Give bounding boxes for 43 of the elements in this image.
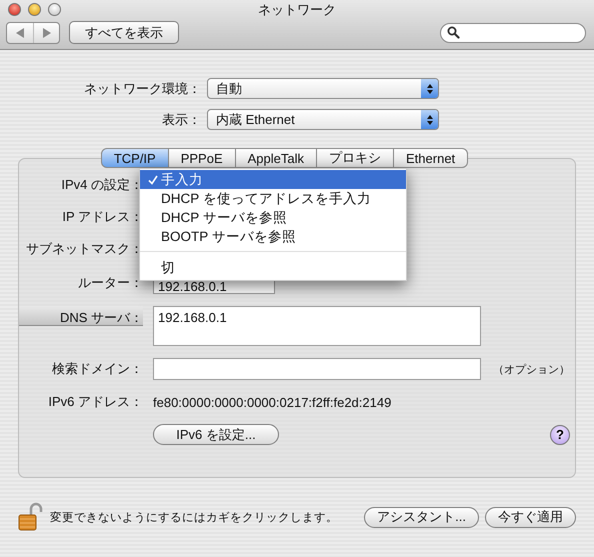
search-field[interactable] <box>440 22 586 42</box>
ipv6-address-label: IPv6 アドレス： <box>47 393 143 411</box>
footer-button[interactable]: 今すぐ適用 <box>485 506 576 528</box>
menu-item[interactable]: 切 <box>140 258 406 277</box>
location-label: ネットワーク環境： <box>83 80 202 98</box>
left-arrow-icon <box>15 28 25 38</box>
configure-ipv6-button[interactable]: IPv6 を設定... <box>153 424 279 445</box>
window-title: ネットワーク <box>258 1 336 19</box>
show-all-button[interactable]: すべてを表示 <box>69 21 179 44</box>
menu-item[interactable]: BOOTP サーバを参照 <box>140 227 406 246</box>
tab[interactable]: プロキシ <box>317 148 394 168</box>
ipv6-address-value: fe80:0000:0000:0000:0217:f2ff:fe2d:2149 <box>153 394 392 410</box>
checkmark-icon <box>148 174 158 184</box>
menu-item[interactable]: DHCP を使ってアドレスを手入力 <box>140 189 406 208</box>
menu-item[interactable]: DHCP サーバを参照 <box>140 208 406 227</box>
padlock-icon <box>18 502 44 532</box>
tab[interactable]: Ethernet <box>394 148 468 168</box>
dns-server-label: DNS サーバ： <box>19 306 143 326</box>
lock-hint-text: 変更できないようにするにはカギをクリックします。 <box>50 510 339 524</box>
menu-item[interactable]: 手入力 <box>140 170 406 189</box>
ipv4-config-label: IPv4 の設定： <box>60 176 143 194</box>
location-popup[interactable]: 自動 <box>207 78 439 99</box>
updown-arrows-icon <box>421 79 438 98</box>
tab[interactable]: TCP/IP <box>100 148 169 168</box>
close-button[interactable] <box>8 3 21 16</box>
show-label: 表示： <box>161 110 202 128</box>
right-arrow-icon <box>42 28 52 38</box>
search-icon <box>447 26 460 39</box>
optional-note: （オプション） <box>493 362 570 376</box>
updown-arrows-icon <box>421 110 438 129</box>
tab[interactable]: PPPoE <box>168 148 236 168</box>
help-button[interactable]: ? <box>550 424 570 444</box>
dns-server-field[interactable]: 192.168.0.1 <box>153 306 481 346</box>
footer-button[interactable]: アシスタント... <box>364 506 479 528</box>
subnet-mask-label: サブネットマスク： <box>25 240 143 258</box>
search-domain-field[interactable] <box>153 358 481 380</box>
ip-address-label: IP アドレス： <box>61 208 143 226</box>
tab[interactable]: AppleTalk <box>236 148 318 168</box>
minimize-button[interactable] <box>28 3 41 16</box>
search-domain-label: 検索ドメイン： <box>51 360 143 378</box>
zoom-button[interactable] <box>48 3 61 16</box>
router-label: ルーター： <box>77 274 143 292</box>
show-popup[interactable]: 内蔵 Ethernet <box>207 109 439 130</box>
